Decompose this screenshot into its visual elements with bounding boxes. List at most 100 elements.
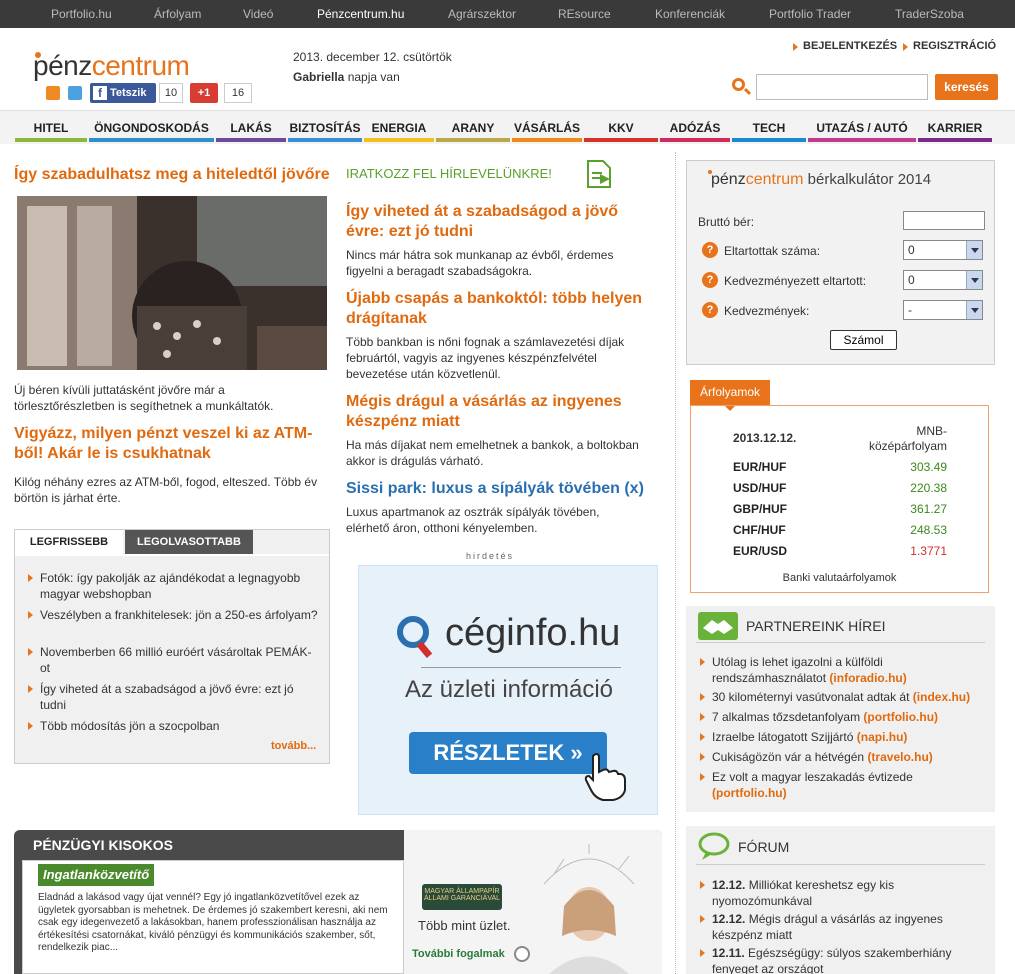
middle-article-3-title[interactable]: Mégis drágul a vásárlás az ingyenes kész… xyxy=(346,392,656,432)
fx-footer-link[interactable]: Banki valutaárfolyamok xyxy=(691,572,988,584)
ad-divider xyxy=(421,667,621,668)
middle-article-1-text: Nincs már hátra sok munkanap az évből, é… xyxy=(346,248,614,278)
nav-tech[interactable]: TECH xyxy=(732,121,806,135)
select-value: 0 xyxy=(908,243,915,257)
help-icon[interactable]: ? xyxy=(702,302,718,318)
fx-tab[interactable]: Árfolyamok xyxy=(690,380,770,405)
help-icon[interactable]: ? xyxy=(702,272,718,288)
list-item[interactable]: Több módosítás jön a szocpolban xyxy=(40,718,320,734)
main-nav: HITEL ÖNGONDOSKODÁS LAKÁS BIZTOSÍTÁS ENE… xyxy=(0,110,1015,144)
topnav-resource[interactable]: REsource xyxy=(558,7,611,21)
kedvezmenyek-select[interactable]: - xyxy=(903,300,983,320)
lead-article-image[interactable] xyxy=(17,196,327,370)
kedvezmenyezett-select[interactable]: 0 xyxy=(903,270,983,290)
list-item[interactable]: Novemberben 66 millió euróért vásároltak… xyxy=(40,644,320,676)
forum-item[interactable]: 12.12. Mégis drágul a vásárlás az ingyen… xyxy=(712,911,987,943)
nav-lakas[interactable]: LAKÁS xyxy=(216,121,286,135)
nav-karrier[interactable]: KARRIER xyxy=(918,121,992,135)
nav-color-bar xyxy=(808,138,916,142)
middle-article-3-text: Ha más díjakat nem emelhetnek a bankok, … xyxy=(346,438,639,468)
partner-news-item[interactable]: 7 alkalmas tőzsdetanfolyam (portfolio.hu… xyxy=(712,709,987,725)
glossary-more-link[interactable]: További fogalmak xyxy=(412,948,505,960)
list-item[interactable]: Veszélyben a frankhitelesek: jön a 250-e… xyxy=(40,607,320,623)
partner-news-item[interactable]: Ez volt a magyar leszakadás évtizede (po… xyxy=(712,769,987,801)
partner-news-text: 7 alkalmas tőzsdetanfolyam xyxy=(712,710,864,724)
register-link[interactable]: REGISZTRÁCIÓ xyxy=(903,40,996,52)
topnav-video[interactable]: Videó xyxy=(243,7,273,21)
help-icon[interactable]: ? xyxy=(702,242,718,258)
nav-hitel[interactable]: HITEL xyxy=(15,121,87,135)
site-logo[interactable]: pénzcentrum xyxy=(33,50,190,82)
woman-thinking-illustration xyxy=(543,844,635,974)
partner-news-item[interactable]: Utólag is lehet igazolni a külföldi rend… xyxy=(712,654,987,686)
arrow-icon xyxy=(28,648,33,656)
arrow-icon xyxy=(700,773,705,781)
article2-title[interactable]: Vigyázz, milyen pénzt veszel ki az ATM-b… xyxy=(14,424,330,464)
login-link[interactable]: BEJELENTKEZÉS xyxy=(793,40,897,52)
nav-adozas[interactable]: ADÓZÁS xyxy=(660,121,730,135)
nav-label: ENERGIA xyxy=(371,121,427,135)
magnifier-icon xyxy=(397,616,433,659)
rss-icon[interactable] xyxy=(46,86,60,100)
nav-color-bar xyxy=(15,138,87,142)
nav-utazas-auto[interactable]: UTAZÁS / AUTÓ xyxy=(808,121,916,135)
list-item[interactable]: Fotók: így pakolják az ajándékodat a leg… xyxy=(40,570,320,602)
brutto-input[interactable] xyxy=(903,211,985,230)
newsletter-signup-link[interactable]: IRATKOZZ FEL HÍRLEVELÜNKRE! xyxy=(346,166,552,181)
list-item[interactable]: Így viheted át a szabadságod a jövő évre… xyxy=(40,681,320,713)
nav-kkv[interactable]: KKV xyxy=(584,121,658,135)
topnav-portfolio-trader[interactable]: Portfolio Trader xyxy=(769,7,851,21)
forum-divider xyxy=(696,864,985,865)
eltartottak-select[interactable]: 0 xyxy=(903,240,983,260)
advertisement-banner[interactable]: céginfo.hu Az üzleti információ RÉSZLETE… xyxy=(358,565,658,815)
nav-ongondoskodas[interactable]: ÖNGONDOSKODÁS xyxy=(89,121,214,135)
forum-title: FÓRUM xyxy=(738,839,790,855)
newsletter-icon[interactable] xyxy=(586,160,612,188)
topnav-arfolyam[interactable]: Árfolyam xyxy=(154,7,201,21)
middle-article-1-title[interactable]: Így viheted át a szabadságod a jövő évre… xyxy=(346,202,656,242)
ad-brand: céginfo.hu xyxy=(445,612,621,654)
hand-cursor-icon xyxy=(584,753,626,801)
topnav-konferenciak[interactable]: Konferenciák xyxy=(655,7,725,21)
topnav-agrarszektor[interactable]: Agrárszektor xyxy=(448,7,516,21)
glossary-term[interactable]: Ingatlanközvetítő xyxy=(38,864,155,886)
twitter-icon[interactable] xyxy=(68,86,82,100)
partner-news-item[interactable]: Izraelbe látogatott Szijjártó (napi.hu) xyxy=(712,729,987,745)
nav-energia[interactable]: ENERGIA xyxy=(364,121,434,135)
partner-news-item[interactable]: Cukiságözön vár a hétvégén (travelo.hu) xyxy=(712,749,987,765)
ad-details-button[interactable]: RÉSZLETEK » xyxy=(409,732,607,774)
more-link[interactable]: tovább... xyxy=(271,740,316,752)
nav-arany[interactable]: ARANY xyxy=(436,121,510,135)
forum-item[interactable]: 12.11. Egészségügy: súlyos szakemberhián… xyxy=(712,945,987,974)
topnav-portfolio[interactable]: Portfolio.hu xyxy=(51,7,112,21)
facebook-like-button[interactable]: f Tetszik xyxy=(90,83,156,103)
select-value: 0 xyxy=(908,273,915,287)
partner-news-item[interactable]: 30 kilométernyi vasútvonalat adtak át (i… xyxy=(712,689,987,705)
gplus-button[interactable]: +1 xyxy=(190,83,218,103)
middle-article-4-title[interactable]: Sissi park: luxus a sípályák tövében (x) xyxy=(346,479,656,499)
nav-color-bar xyxy=(918,138,992,142)
top-bar: Portfolio.hu Árfolyam Videó Pénzcentrum.… xyxy=(0,0,1015,28)
nav-biztositas[interactable]: BIZTOSÍTÁS xyxy=(288,121,362,135)
lead-article-title[interactable]: Így szabadulhatsz meg a hiteledtől jövőr… xyxy=(14,165,334,185)
nav-color-bar xyxy=(436,138,510,142)
tab-legfrissebb[interactable]: LEGFRISSEBB xyxy=(15,530,123,554)
forum-date: 12.12. xyxy=(712,878,746,892)
topnav-penzcentrum[interactable]: Pénzcentrum.hu xyxy=(317,7,404,21)
partner-news-text: Cukiságözön vár a hétvégén xyxy=(712,750,868,764)
search-input[interactable] xyxy=(756,74,928,100)
search-button[interactable]: keresés xyxy=(935,74,998,100)
calc-row-label: Kedvezményezett eltartott: xyxy=(724,274,867,288)
fx-pair: EUR/USD xyxy=(733,544,788,558)
middle-article-2-title[interactable]: Újabb csapás a bankoktól: több helyen dr… xyxy=(346,289,656,329)
topnav-traderszoba[interactable]: TraderSzoba xyxy=(895,7,964,21)
arrow-icon xyxy=(700,693,705,701)
arrow-circle-icon[interactable] xyxy=(514,946,530,962)
tab-legolvasottabb[interactable]: LEGOLVASOTTABB xyxy=(125,530,253,554)
nav-vasarlas[interactable]: VÁSÁRLÁS xyxy=(512,121,582,135)
nav-label: ÖNGONDOSKODÁS xyxy=(94,121,209,135)
calculate-button[interactable]: Számol xyxy=(830,330,897,350)
forum-item[interactable]: 12.12. Milliókat kereshetsz egy kis nyom… xyxy=(712,877,987,909)
nameday-suffix: napja van xyxy=(344,70,400,84)
partner-news-text: 30 kilométernyi vasútvonalat adtak át xyxy=(712,690,913,704)
